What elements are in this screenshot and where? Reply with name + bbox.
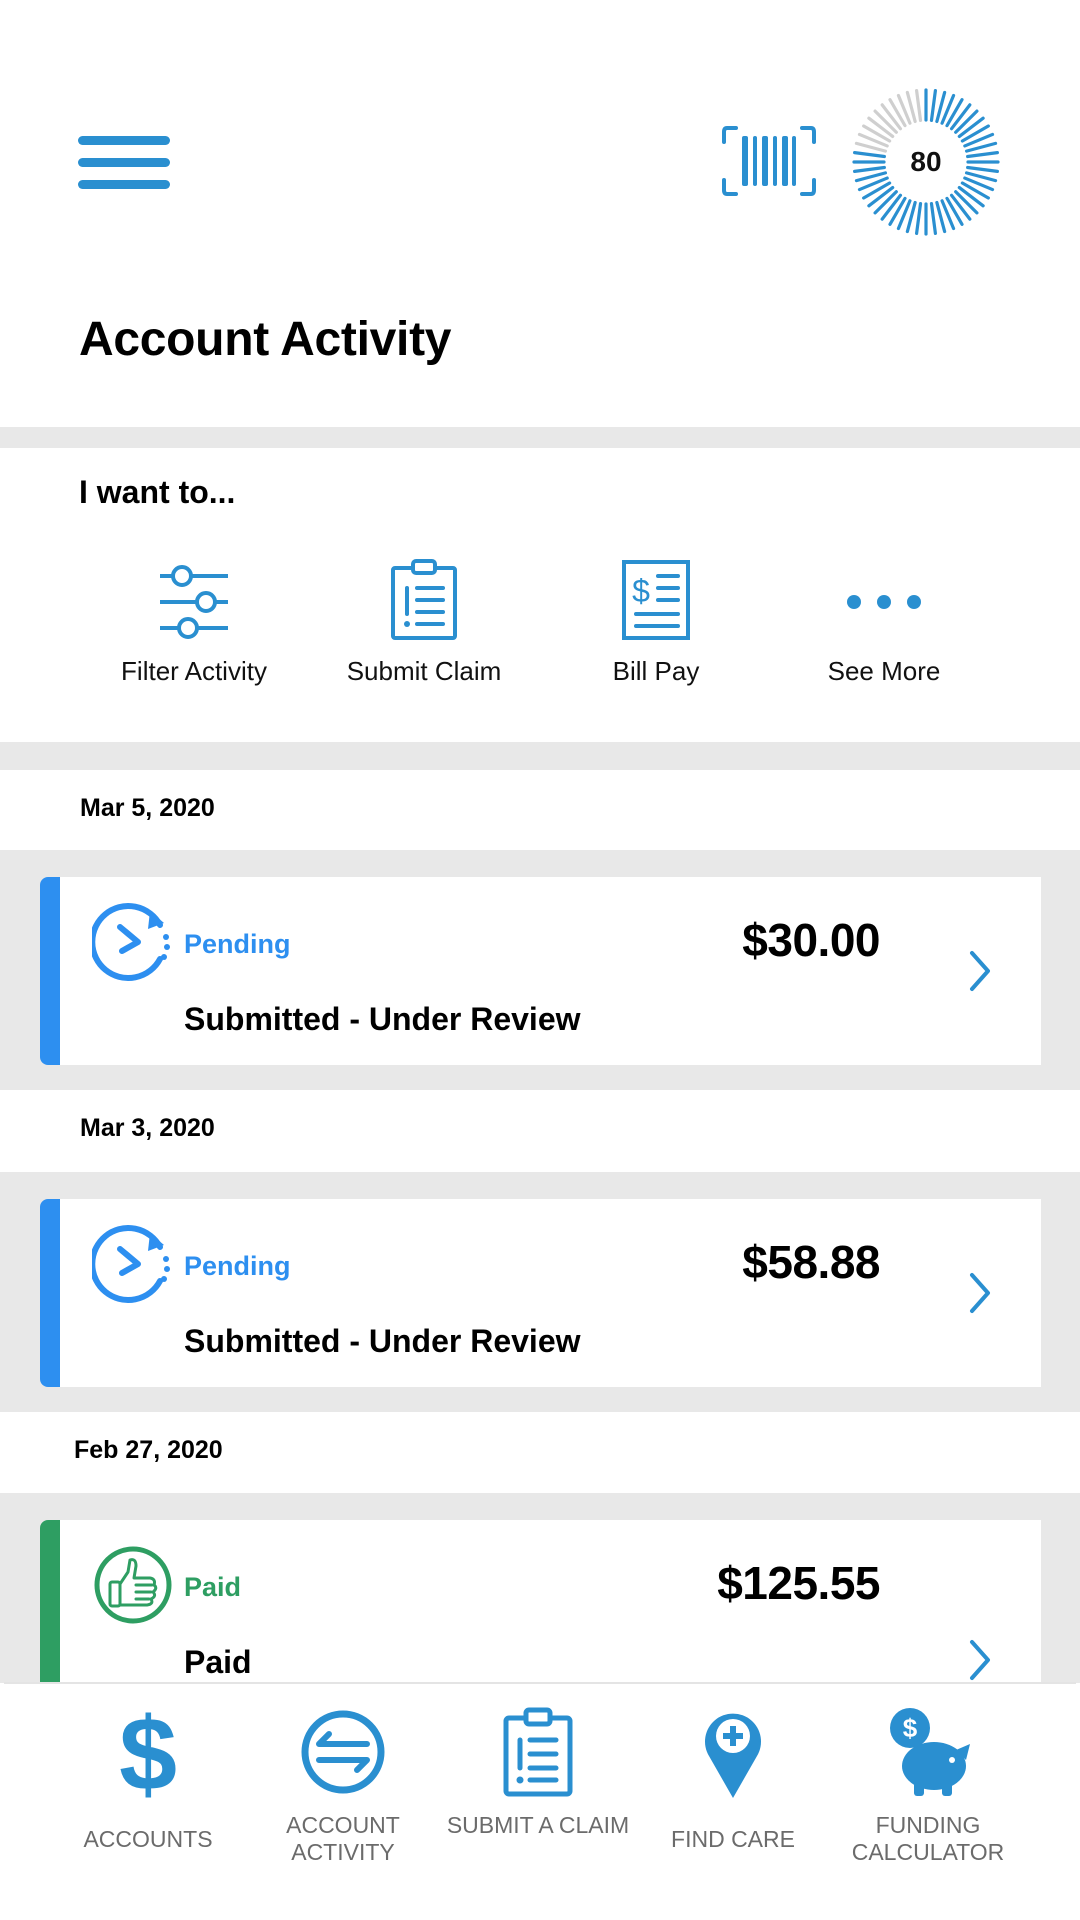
quick-actions-title: I want to...: [79, 474, 236, 510]
dollar-sign-icon: $: [119, 1704, 177, 1800]
swap-arrows-icon: [301, 1710, 385, 1794]
status-label: Pending: [184, 1251, 291, 1281]
sliders-filter-icon: [160, 565, 228, 639]
activity-description: Paid: [184, 1644, 252, 1680]
activity-date: Feb 27, 2020: [74, 1436, 223, 1464]
app-header: 80 Account Activity: [0, 0, 1080, 427]
barcode-scan-icon[interactable]: [722, 124, 816, 198]
wellness-score-gauge[interactable]: 80: [852, 88, 1000, 236]
section-divider: [0, 427, 1080, 448]
quick-actions-panel: I want to... Filter Activity Submit Clai…: [0, 448, 1080, 742]
activity-card[interactable]: Paid $125.55 Paid: [40, 1520, 1041, 1708]
activity-description: Submitted - Under Review: [184, 1323, 581, 1359]
nav-label: ACCOUNTS: [83, 1826, 213, 1852]
action-label: Filter Activity: [121, 656, 267, 686]
status-stripe: [40, 1520, 60, 1708]
svg-text:$: $: [903, 1713, 918, 1743]
bill-pay-button[interactable]: $ Bill Pay: [546, 558, 766, 698]
filter-activity-button[interactable]: Filter Activity: [84, 558, 304, 698]
amount: $58.88: [742, 1236, 880, 1288]
action-label: See More: [827, 656, 941, 686]
activity-date: Mar 3, 2020: [80, 1114, 215, 1142]
nav-account-activity[interactable]: ACCOUNT ACTIVITY: [245, 1704, 441, 1904]
bill-dollar-icon: $: [622, 560, 690, 640]
activity-date: Mar 5, 2020: [80, 794, 215, 822]
nav-funding-calculator[interactable]: $ FUNDING CALCULATOR: [830, 1704, 1026, 1904]
activity-date-header: Feb 27, 2020: [0, 1412, 1080, 1492]
chevron-right-icon: [970, 1273, 990, 1313]
activity-card[interactable]: Pending $58.88 Submitted - Under Review: [40, 1199, 1041, 1387]
chevron-right-icon: [970, 1640, 990, 1680]
status-stripe: [40, 1199, 60, 1387]
svg-text:$: $: [632, 573, 650, 609]
score-value: 80: [910, 146, 942, 177]
clock-pending-icon: [92, 1225, 170, 1303]
activity-date-header: Mar 5, 2020: [0, 770, 1080, 850]
activity-card[interactable]: Pending $30.00 Submitted - Under Review: [40, 877, 1041, 1065]
status-label: Paid: [184, 1572, 242, 1602]
svg-text:$: $: [119, 1704, 177, 1800]
clock-pending-icon: [92, 903, 170, 981]
nav-label: FIND CARE: [671, 1826, 795, 1852]
section-divider: [0, 742, 1080, 770]
piggy-bank-icon: $: [890, 1708, 970, 1796]
location-plus-icon: [705, 1713, 761, 1798]
activity-date-header: Mar 3, 2020: [0, 1090, 1080, 1170]
action-label: Submit Claim: [346, 656, 502, 686]
submit-claim-button[interactable]: Submit Claim: [314, 558, 534, 698]
thumbs-up-icon: [94, 1546, 172, 1624]
hamburger-menu-icon[interactable]: [78, 136, 170, 190]
nav-label: ACCOUNT ACTIVITY: [286, 1812, 400, 1865]
nav-label: FUNDING CALCULATOR: [851, 1812, 1005, 1865]
clipboard-list-icon: [391, 559, 457, 640]
nav-submit-a-claim[interactable]: SUBMIT A CLAIM: [440, 1704, 636, 1904]
status-stripe: [40, 877, 60, 1065]
chevron-right-icon: [970, 951, 990, 991]
nav-accounts[interactable]: $ ACCOUNTS: [50, 1704, 246, 1904]
bottom-navigation: $ ACCOUNTS ACCOUNT ACTIVITY SUBMIT A CLA…: [4, 1682, 1076, 1916]
page-title: Account Activity: [79, 313, 452, 366]
more-dots-icon: [847, 595, 921, 609]
action-label: Bill Pay: [612, 656, 700, 686]
amount: $125.55: [717, 1557, 880, 1609]
see-more-button[interactable]: See More: [774, 558, 994, 698]
nav-label: SUBMIT A CLAIM: [446, 1812, 630, 1838]
status-label: Pending: [184, 929, 291, 959]
clipboard-list-icon: [503, 1707, 573, 1797]
activity-description: Submitted - Under Review: [184, 1001, 581, 1037]
amount: $30.00: [742, 914, 880, 966]
nav-find-care[interactable]: FIND CARE: [635, 1704, 831, 1904]
